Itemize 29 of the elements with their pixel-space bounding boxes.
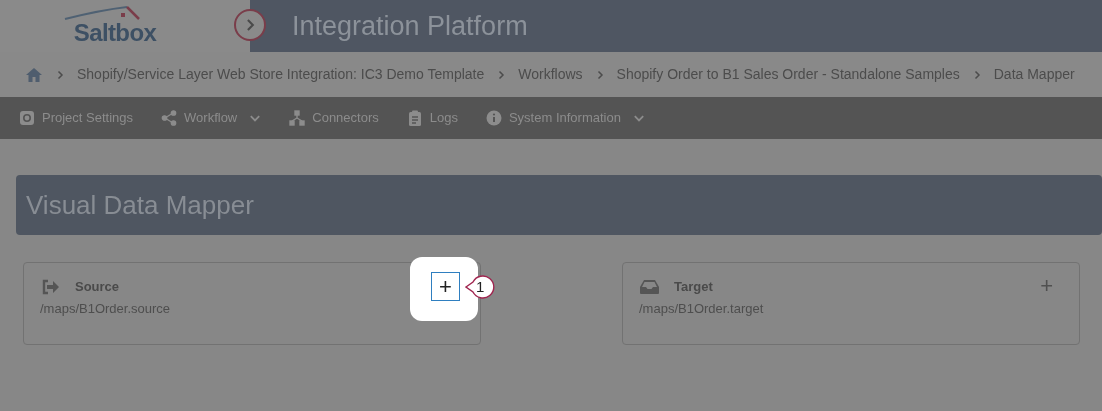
chevron-right-icon bbox=[55, 69, 65, 80]
logo: Saltbox bbox=[73, 20, 157, 46]
add-button[interactable]: + bbox=[1040, 275, 1053, 297]
sign-out-icon bbox=[41, 278, 60, 295]
toolbar-menu-item[interactable]: Project Settings bbox=[19, 108, 134, 128]
breadcrumb-link[interactable]: Workflows bbox=[518, 64, 583, 85]
breadcrumb-link[interactable]: Shopify/Service Layer Web Store Integration: IC3 Demo Template bbox=[77, 64, 485, 85]
panel-path: /maps/B1Order.source bbox=[40, 299, 171, 318]
chevron-right-icon bbox=[496, 69, 507, 80]
toolbar-menu-item[interactable]: System Information bbox=[485, 108, 645, 128]
clipboard-icon bbox=[406, 110, 423, 126]
toolbar-menu-item[interactable]: Workflow bbox=[161, 108, 262, 128]
inbox-icon bbox=[640, 279, 659, 295]
panel-title: Target bbox=[674, 278, 713, 296]
hierarchy-icon bbox=[289, 110, 306, 126]
panel-title: Source bbox=[75, 278, 120, 296]
share-icon bbox=[161, 110, 178, 126]
toolbar-menu-item[interactable]: Logs bbox=[406, 108, 458, 128]
collapse-button[interactable] bbox=[234, 9, 266, 41]
page-title: Visual Data Mapper bbox=[26, 188, 254, 222]
gear-icon bbox=[19, 110, 35, 126]
toolbar-menu-item[interactable]: Connectors bbox=[289, 108, 379, 128]
info-icon bbox=[485, 110, 502, 126]
callout-badge: 1 bbox=[465, 274, 495, 300]
home-icon[interactable] bbox=[25, 66, 43, 83]
breadcrumb-link[interactable]: Shopify Order to B1 Sales Order - Standalone Samples bbox=[616, 64, 960, 85]
app-title: Integration Platform bbox=[292, 9, 528, 43]
panel-path: /maps/B1Order.target bbox=[639, 299, 764, 318]
add-button[interactable]: + bbox=[431, 272, 460, 301]
